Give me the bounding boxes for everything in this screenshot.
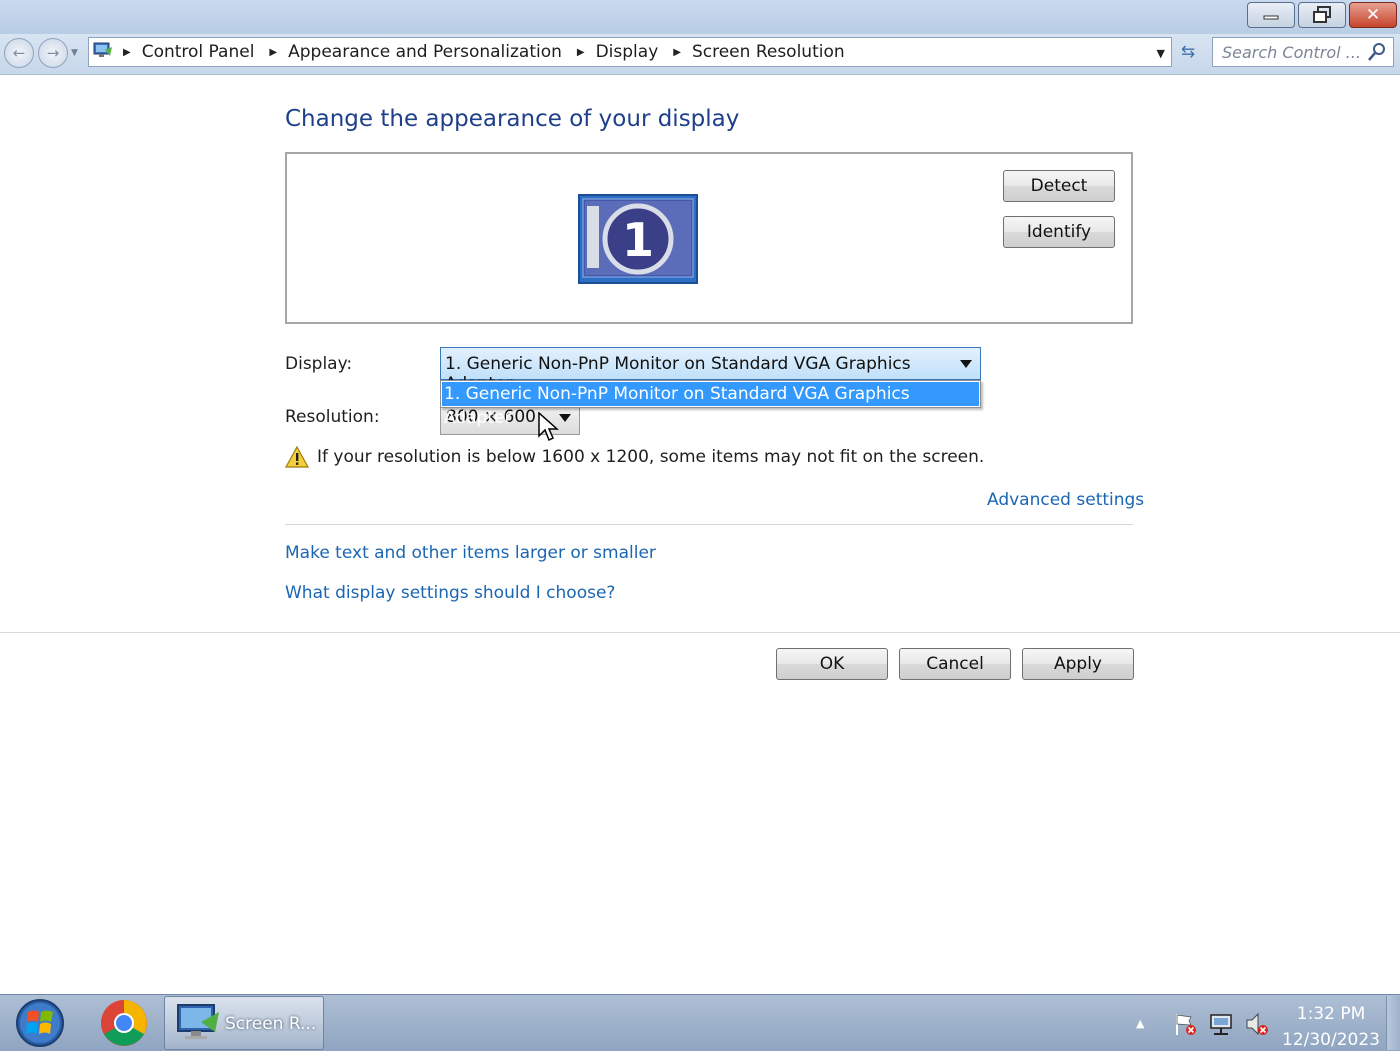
divider <box>285 524 1133 525</box>
taskbar: Screen R... ▲ 1:32 PM 12/30/2023 <box>0 994 1400 1051</box>
forward-arrow-icon: → <box>46 44 60 62</box>
breadcrumb-display[interactable]: Display <box>596 42 670 62</box>
display-select[interactable]: 1. Generic Non-PnP Monitor on Standard V… <box>440 347 981 394</box>
text-size-link[interactable]: Make text and other items larger or smal… <box>285 543 656 563</box>
minimize-icon <box>1263 15 1279 20</box>
close-button[interactable]: ✕ <box>1349 2 1397 28</box>
back-arrow-icon: ← <box>12 44 26 62</box>
identify-button[interactable]: Identify <box>1003 216 1115 248</box>
taskbar-item-label: Screen R... <box>225 1014 317 1034</box>
advanced-settings-link[interactable]: Advanced settings <box>987 490 1144 510</box>
warning-icon <box>285 446 309 468</box>
display-settings-icon <box>177 1004 219 1039</box>
restore-button[interactable] <box>1298 2 1346 28</box>
refresh-button[interactable]: ⇆ <box>1176 40 1200 64</box>
breadcrumb-appearance[interactable]: Appearance and Personalization <box>288 42 573 62</box>
display-label: Display: <box>285 354 353 374</box>
detect-button[interactable]: Detect <box>1003 170 1115 202</box>
chevron-right-icon[interactable]: ▶ <box>573 47 596 58</box>
taskbar-item-screen-resolution[interactable]: Screen R... <box>164 996 324 1050</box>
display-preview-area: 1 Detect Identify <box>285 152 1133 324</box>
search-icon[interactable] <box>1367 42 1387 62</box>
address-bar[interactable]: ▶ Control Panel ▶ Appearance and Persona… <box>88 37 1172 67</box>
chevron-right-icon[interactable]: ▶ <box>669 47 692 58</box>
close-icon: ✕ <box>1365 5 1381 25</box>
chevron-right-icon[interactable]: ▶ <box>119 47 142 58</box>
footer-divider <box>0 632 1400 633</box>
forward-button[interactable]: → <box>38 38 68 68</box>
minimize-button[interactable] <box>1247 2 1295 28</box>
show-hidden-icons-icon[interactable]: ▲ <box>1136 1017 1144 1030</box>
display-option[interactable]: 1. Generic Non-PnP Monitor on Standard V… <box>442 382 979 428</box>
breadcrumb-screen-resolution[interactable]: Screen Resolution <box>692 42 856 62</box>
resolution-label: Resolution: <box>285 407 380 427</box>
display-dropdown-list: 1. Generic Non-PnP Monitor on Standard V… <box>440 380 981 428</box>
chevron-right-icon[interactable]: ▶ <box>265 47 288 58</box>
show-desktop-button[interactable] <box>1386 996 1400 1050</box>
clock-time: 1:32 PM <box>1296 1004 1366 1024</box>
cancel-button[interactable]: Cancel <box>899 648 1011 680</box>
title-bar: ✕ <box>0 0 1400 34</box>
display-settings-help-link[interactable]: What display settings should I choose? <box>285 583 615 603</box>
search-input[interactable]: Search Control ... <box>1212 37 1394 67</box>
system-clock[interactable]: 1:32 PM 12/30/2023 <box>1282 1001 1380 1053</box>
monitor-1-icon[interactable]: 1 <box>578 194 698 284</box>
breadcrumb-control-panel[interactable]: Control Panel <box>142 42 266 62</box>
mouse-cursor-icon <box>538 412 559 442</box>
restore-icon <box>1313 6 1331 23</box>
start-button-windows-icon[interactable] <box>13 998 67 1048</box>
address-dropdown-icon[interactable]: ▼ <box>1157 47 1165 60</box>
apply-button[interactable]: Apply <box>1022 648 1134 680</box>
recent-pages-dropdown-icon[interactable]: ▼ <box>71 48 78 58</box>
network-icon[interactable] <box>1208 1011 1234 1037</box>
chevron-down-icon <box>960 360 972 368</box>
address-row: ← → ▼ ▶ Control Panel ▶ Appearance and P… <box>0 34 1400 75</box>
back-button[interactable]: ← <box>4 38 34 68</box>
chevron-down-icon <box>559 414 571 422</box>
chrome-icon[interactable] <box>98 998 150 1048</box>
action-center-flag-icon[interactable] <box>1172 1011 1198 1037</box>
breadcrumb: ▶ Control Panel ▶ Appearance and Persona… <box>119 38 856 66</box>
ok-button[interactable]: OK <box>776 648 888 680</box>
monitor-number: 1 <box>622 213 654 267</box>
refresh-icon: ⇆ <box>1180 42 1196 62</box>
search-placeholder: Search Control ... <box>1222 43 1361 62</box>
control-panel-icon <box>93 42 112 57</box>
volume-muted-icon[interactable] <box>1244 1011 1270 1037</box>
page-title: Change the appearance of your display <box>285 106 740 132</box>
clock-date: 12/30/2023 <box>1282 1030 1380 1050</box>
resolution-warning-text: If your resolution is below 1600 x 1200,… <box>317 447 985 467</box>
